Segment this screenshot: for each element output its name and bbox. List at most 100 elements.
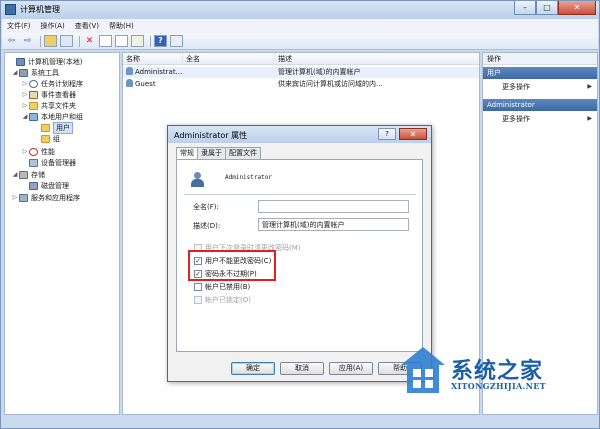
- clock-icon: [29, 79, 38, 88]
- tab-profile[interactable]: 配置文件: [225, 147, 261, 159]
- actions-group-administrator[interactable]: Administrator: [483, 99, 597, 111]
- cell-description: 管理计算机(域)的内置帐户: [278, 68, 361, 76]
- collapse-icon[interactable]: ◢: [21, 113, 29, 120]
- submenu-arrow-icon: ▶: [587, 115, 592, 122]
- properties-icon[interactable]: [99, 35, 112, 47]
- services-icon: [19, 193, 28, 202]
- collapse-icon[interactable]: ◢: [11, 69, 19, 76]
- tree-item-task-scheduler[interactable]: ▷ 任务计划程序: [21, 78, 83, 89]
- submenu-arrow-icon: ▶: [587, 83, 592, 90]
- event-log-icon: [29, 90, 38, 99]
- user-icon: [126, 67, 133, 75]
- tree-item-users[interactable]: 用户: [33, 121, 73, 134]
- system-tools-icon: [19, 68, 28, 77]
- refresh-icon[interactable]: [115, 35, 128, 47]
- expand-icon[interactable]: ▷: [21, 148, 29, 155]
- checkbox-box[interactable]: [194, 296, 202, 304]
- expand-icon[interactable]: ▷: [21, 102, 29, 109]
- performance-icon: [29, 147, 38, 156]
- tree-item-event-viewer[interactable]: ▷ 事件查看器: [21, 89, 76, 100]
- cell-description: 供来宾访问计算机或访问域的内...: [278, 80, 383, 88]
- menu-action[interactable]: 操作(A): [36, 19, 70, 33]
- tree-item-storage[interactable]: ◢ 存储: [11, 169, 45, 180]
- apply-button[interactable]: 应用(A): [329, 362, 373, 375]
- folder-icon: [41, 134, 50, 143]
- tree-item-local-users[interactable]: ◢ 本地用户和组: [21, 111, 83, 122]
- column-header-name[interactable]: 名称: [123, 53, 183, 65]
- table-row[interactable]: Guest 供来宾访问计算机或访问域的内...: [123, 79, 479, 90]
- tree-item-device-manager[interactable]: 设备管理器: [21, 157, 76, 168]
- fullname-label: 全名(F):: [193, 203, 219, 211]
- checkbox-box[interactable]: [194, 283, 202, 291]
- checkbox-account-locked[interactable]: 帐户已锁定(O): [194, 295, 251, 305]
- description-input[interactable]: 管理计算机(域)的内置帐户: [258, 218, 409, 231]
- tree-item-label: 系统工具: [31, 68, 59, 77]
- dialog-title-bar: Administrator 属性 ? ✕: [168, 126, 431, 143]
- up-folder-icon[interactable]: [44, 35, 57, 47]
- fullname-input[interactable]: [258, 200, 409, 213]
- show-hide-tree-icon[interactable]: [60, 35, 73, 47]
- device-manager-icon: [29, 158, 38, 167]
- toolbar-separator: [40, 35, 41, 47]
- tree-item-system-tools[interactable]: ◢ 系统工具: [11, 67, 59, 78]
- expand-icon[interactable]: ▷: [21, 91, 29, 98]
- expand-icon[interactable]: ▷: [11, 194, 19, 201]
- column-header-fullname[interactable]: 全名: [183, 53, 275, 65]
- user-icon: [126, 79, 133, 87]
- export-list-icon[interactable]: [131, 35, 144, 47]
- action-pane-icon[interactable]: [170, 35, 183, 47]
- dialog-help-button[interactable]: ?: [378, 128, 396, 140]
- tree-item-label: 共享文件夹: [41, 101, 76, 110]
- dialog-close-button[interactable]: ✕: [399, 128, 427, 140]
- expand-icon[interactable]: ▷: [21, 80, 29, 87]
- tree-item-groups[interactable]: 组: [33, 133, 60, 144]
- forward-icon[interactable]: ⇨: [21, 35, 34, 47]
- dialog-title: Administrator 属性: [174, 131, 248, 140]
- menu-help[interactable]: 帮助(H): [104, 19, 139, 33]
- delete-icon[interactable]: ✕: [83, 35, 96, 47]
- actions-group-users[interactable]: 用户: [483, 67, 597, 79]
- table-row[interactable]: Administrat... 管理计算机(域)的内置帐户: [123, 67, 479, 78]
- help-icon[interactable]: ?: [154, 35, 167, 47]
- tree-item-label: 服务和应用程序: [31, 193, 80, 202]
- checkbox-label: 帐户已禁用(B): [205, 283, 251, 291]
- tree-root[interactable]: 计算机管理(本地): [8, 56, 82, 67]
- more-actions-label: 更多操作: [502, 115, 530, 123]
- tree-item-label: 本地用户和组: [41, 112, 83, 121]
- cancel-button[interactable]: 取消: [280, 362, 324, 375]
- tree-item-shared-folders[interactable]: ▷ 共享文件夹: [21, 100, 76, 111]
- title-bar: 计算机管理 – □ ✕: [1, 1, 599, 19]
- computer-management-window: 计算机管理 – □ ✕ 文件(F) 操作(A) 查看(V) 帮助(H) ⇦ ⇨ …: [0, 0, 600, 429]
- folder-icon: [41, 123, 50, 132]
- tree-item-performance[interactable]: ▷ 性能: [21, 146, 55, 157]
- checkbox-account-disabled[interactable]: 帐户已禁用(B): [194, 282, 250, 292]
- back-icon[interactable]: ⇦: [5, 35, 18, 47]
- actions-header: 操作: [483, 53, 597, 65]
- menu-view[interactable]: 查看(V): [70, 19, 104, 33]
- tree-item-disk-management[interactable]: 磁盘管理: [21, 180, 69, 191]
- checkbox-label: 帐户已锁定(O): [205, 296, 251, 304]
- list-header: 名称 全名 描述: [123, 53, 479, 65]
- toolbar-separator: [79, 35, 80, 47]
- minimize-button[interactable]: –: [514, 1, 536, 15]
- column-header-description[interactable]: 描述: [275, 53, 479, 65]
- navigation-tree: 计算机管理(本地) ◢ 系统工具 ▷ 任务计划程序 ▷ 事件查看器 ▷ 共享文件…: [4, 52, 120, 415]
- tab-member-of[interactable]: 隶属于: [197, 147, 226, 159]
- user-avatar-icon: [191, 172, 204, 187]
- menu-file[interactable]: 文件(F): [2, 19, 36, 33]
- shared-folder-icon: [29, 101, 38, 110]
- watermark: 系统之家 XITONGZHIJIA.NET: [399, 339, 599, 405]
- more-actions-administrator[interactable]: 更多操作 ▶: [483, 113, 597, 125]
- ok-button[interactable]: 确定: [231, 362, 275, 375]
- cell-name: Administrat...: [126, 67, 183, 78]
- close-button[interactable]: ✕: [558, 1, 596, 15]
- tree-item-services[interactable]: ▷ 服务和应用程序: [11, 192, 80, 203]
- toolbar-separator: [150, 35, 151, 47]
- computer-management-icon: [5, 4, 16, 15]
- maximize-button[interactable]: □: [536, 1, 558, 15]
- username-text: Administrator: [225, 174, 272, 181]
- more-actions-users[interactable]: 更多操作 ▶: [483, 81, 597, 93]
- general-tab-panel: Administrator 全名(F): 描述(D): 管理计算机(域)的内置帐…: [176, 159, 423, 352]
- window-title: 计算机管理: [20, 5, 60, 14]
- collapse-icon[interactable]: ◢: [11, 171, 19, 178]
